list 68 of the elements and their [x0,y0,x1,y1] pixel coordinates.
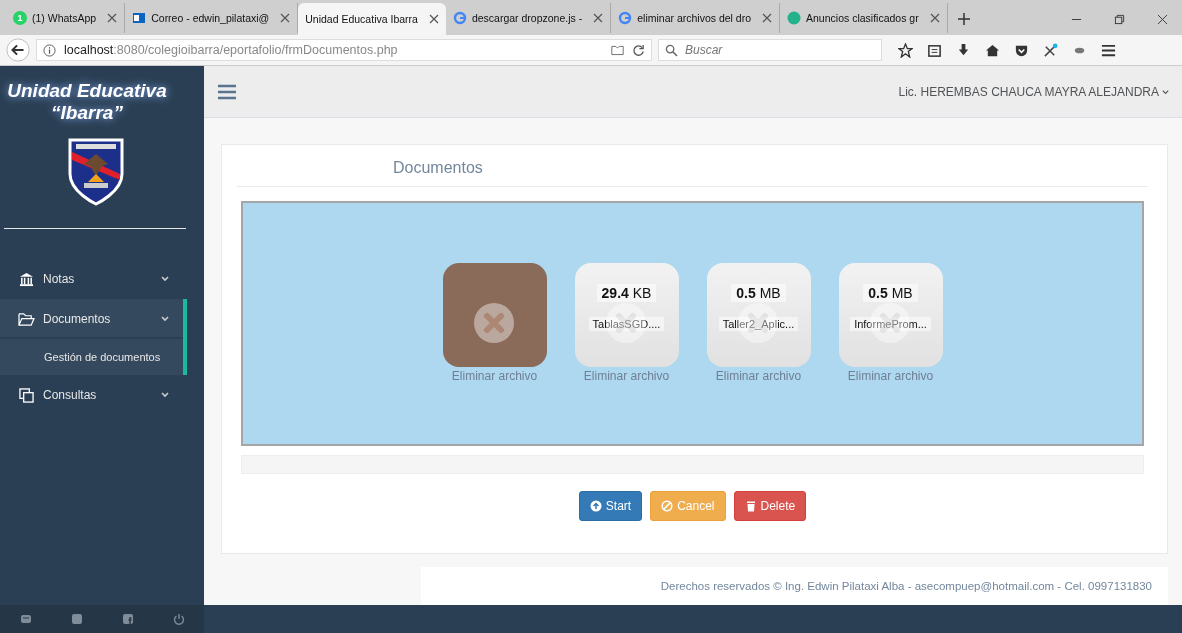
browser-tab[interactable]: Anuncios clasificados gr [780,3,948,33]
f-letter-icon[interactable] [121,613,134,625]
footer-text: Derechos reservados © Ing. Edwin Pilataxi Alba - asecompuep@hotmail.com - Cel. 0997131830 [421,567,1168,606]
folder-icon [18,311,35,327]
close-icon[interactable] [280,13,291,23]
menu-item[interactable]: Consultas [0,375,200,415]
url-text: localhost:8080/colegioibarra/eportafolio/frmDocumentos.php [64,43,398,57]
reload-icon[interactable] [632,43,645,57]
upload-icon [589,500,602,513]
tab-label: Unidad Educativa Ibarra [305,13,419,25]
dropzone[interactable]: Eliminar archivo 29.4 KB TablasSGD.... Eliminar archivo 0.5 MB Taller2_Aplic... Eliminar archivo 0.5 MB InformeProm... Eliminar archivo [241,201,1144,447]
copy-icon [18,387,35,403]
restore-icon[interactable] [1114,14,1125,25]
mail-icon[interactable] [19,613,32,625]
mail-icon [132,11,147,25]
start-button[interactable]: Start [578,491,643,522]
delete-button[interactable]: Delete [733,491,807,522]
chevron-icon [160,390,170,400]
file-size: 0.5 MB [863,284,918,303]
file-name: InformeProm... [850,317,931,332]
close-icon[interactable] [1157,14,1168,25]
tab-label: descargar dropzone.js - [471,12,584,24]
tab-label: Anuncios clasificados gr [806,12,920,24]
search-input[interactable]: Buscar [683,42,867,58]
browser-tab[interactable]: 1 (1) WhatsApp [6,3,126,33]
close-icon[interactable] [593,13,604,23]
tab-label: eliminar archivos del dro [637,12,753,24]
power-icon[interactable] [172,613,185,625]
close-icon[interactable] [428,14,439,24]
bank-icon [18,271,35,287]
menu-item[interactable]: Notas [0,259,200,299]
browser-tab[interactable]: Unidad Educativa Ibarra [298,3,446,35]
chat-icon: 1 [13,11,27,25]
file-size: 29.4 KB [596,284,657,303]
circle-icon [787,11,802,25]
chevron-icon [160,274,170,284]
ban-icon [661,500,674,513]
panel-title: Documentos [392,158,484,179]
search-icon [665,43,678,57]
chevron-icon [160,314,170,324]
menu-icon[interactable] [1101,42,1116,58]
submenu-item[interactable]: Gestión de documentos [0,339,187,375]
info-icon [43,43,56,57]
file-name: Taller2_Aplic... [718,317,799,332]
address-field[interactable]: localhost:8080/colegioibarra/eportafolio/frmDocumentos.php [36,39,652,61]
search-field[interactable]: Buscar [658,39,882,61]
file-size: 0.5 MB [731,284,786,303]
trash-icon [744,500,757,513]
close-icon[interactable] [762,13,773,23]
close-icon[interactable] [929,13,940,23]
tab-label: Correo - edwin_pilataxi@ [151,12,271,24]
extension-icon[interactable] [1043,42,1058,58]
school-title: Unidad Educativa “Ibarra” [6,79,168,124]
chevron-icon [1161,87,1170,97]
new-tab-icon[interactable] [957,13,970,25]
clipboard-icon[interactable] [927,42,942,58]
g-letter-icon [618,11,633,25]
close-icon[interactable] [107,13,118,23]
home-icon[interactable] [985,42,1000,58]
tab-label: (1) WhatsApp [32,12,98,24]
star-icon[interactable] [898,42,913,58]
menu-item[interactable]: Documentos [0,299,187,339]
file-name: TablasSGD.... [588,317,665,332]
g-letter-icon [452,11,467,25]
browser-tab[interactable]: eliminar archivos del dro [611,3,781,33]
back-icon[interactable] [6,38,30,62]
user-menu[interactable]: Lic. HEREMBAS CHAUCA MAYRA ALEJANDRA [898,84,1159,99]
browser-tab[interactable]: descargar dropzone.js - [445,3,612,33]
